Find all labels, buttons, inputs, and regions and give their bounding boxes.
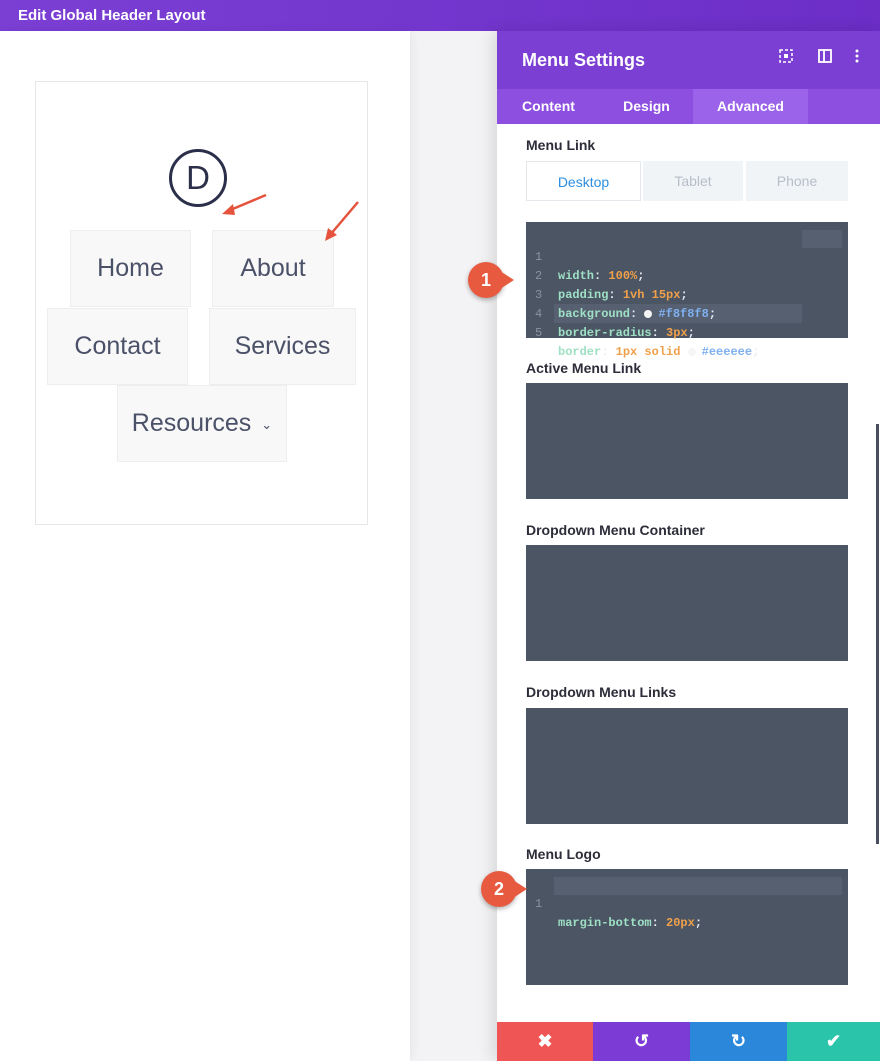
menu-link-resources[interactable]: Resources ⌄ [117,385,287,462]
panel-scrollbar[interactable] [876,424,879,844]
menu-link-label: Resources [131,409,252,437]
code-line: 1 width: 100%; [535,250,645,283]
menu-link-label: Home [97,254,164,282]
code-line: 3 background: #f8f8f8; [535,288,717,321]
annotation-badge-2: 2 [481,871,517,907]
device-tab-phone[interactable]: Phone [746,161,848,201]
header-preview[interactable]: D Home About Contact Services Resources ⌄ [35,81,368,525]
menu-link-label: Contact [74,332,161,360]
menu-link-services[interactable]: Services [209,308,356,385]
tab-content[interactable]: Content [497,89,600,124]
code-line: 2 padding: 1vh 15px; [535,269,688,302]
active-menu-link-css-editor[interactable] [526,383,848,499]
close-icon: ✖ [537,1031,553,1051]
panel-header: Menu Settings [497,31,880,89]
section-label-dropdown-container: Dropdown Menu Container [526,522,705,538]
menu-link-css-editor[interactable]: 1 width: 100%; 2 padding: 1vh 15px; 3 ba… [526,222,848,359]
device-tab-desktop[interactable]: Desktop [526,161,641,201]
panel-footer: ✖ ↺ ↻ ✔ [497,1022,880,1061]
logo-letter: D [186,159,210,196]
section-label-active-menu-link: Active Menu Link [526,360,642,376]
device-tabs: Desktop Tablet Phone [526,161,848,201]
panel-title: Menu Settings [522,50,646,70]
menu-link-label: Services [234,332,331,360]
annotation-arrow-icon [222,193,267,215]
tab-advanced[interactable]: Advanced [693,89,808,124]
menu-logo-css-editor[interactable]: 1 margin-bottom: 20px; [526,869,848,985]
section-label-dropdown-links: Dropdown Menu Links [526,684,677,700]
color-swatch-icon[interactable] [687,347,696,356]
code-line: 1 margin-bottom: 20px; [535,897,703,930]
annotation-arrow-icon [325,201,359,241]
cancel-button[interactable]: ✖ [497,1022,593,1061]
redo-icon: ↻ [730,1031,747,1051]
device-tab-tablet[interactable]: Tablet [643,161,743,201]
check-icon: ✔ [825,1031,842,1051]
line-highlight [802,230,842,248]
settings-tabs: Content Design Advanced [497,89,880,124]
section-label-menu-logo: Menu Logo [526,846,601,862]
menu-link-label: About [240,254,306,282]
menu-link-about[interactable]: About [212,230,334,307]
redo-button[interactable]: ↻ [690,1022,787,1061]
menu-link-home[interactable]: Home [70,230,191,307]
code-line: 5 border: 1px solid #eeeeee; [535,326,760,359]
menu-link-contact[interactable]: Contact [47,308,188,385]
tab-design[interactable]: Design [600,89,693,124]
annotation-badge-1: 1 [468,262,504,298]
chevron-down-icon: ⌄ [261,416,273,432]
focus-icon[interactable] [777,49,795,67]
undo-button[interactable]: ↺ [593,1022,690,1061]
save-button[interactable]: ✔ [787,1022,880,1061]
section-label-menu-link: Menu Link [526,137,596,153]
line-highlight [554,877,842,895]
code-line: 4 border-radius: 3px; [535,307,695,340]
menu-settings-panel: Menu Settings Content Design Advanced Me… [497,31,880,1061]
dropdown-links-css-editor[interactable] [526,708,848,824]
layout-title: Edit Global Header Layout [18,7,206,24]
undo-icon: ↺ [633,1031,650,1051]
split-view-icon[interactable] [816,49,834,67]
top-bar: Edit Global Header Layout [0,0,880,31]
dropdown-container-css-editor[interactable] [526,545,848,661]
more-vertical-icon[interactable] [848,49,866,67]
annotation-pointer-icon [500,271,514,289]
builder-canvas: D Home About Contact Services Resources ⌄ [0,31,410,1061]
annotation-pointer-icon [513,880,527,898]
color-swatch-icon[interactable] [644,309,653,318]
